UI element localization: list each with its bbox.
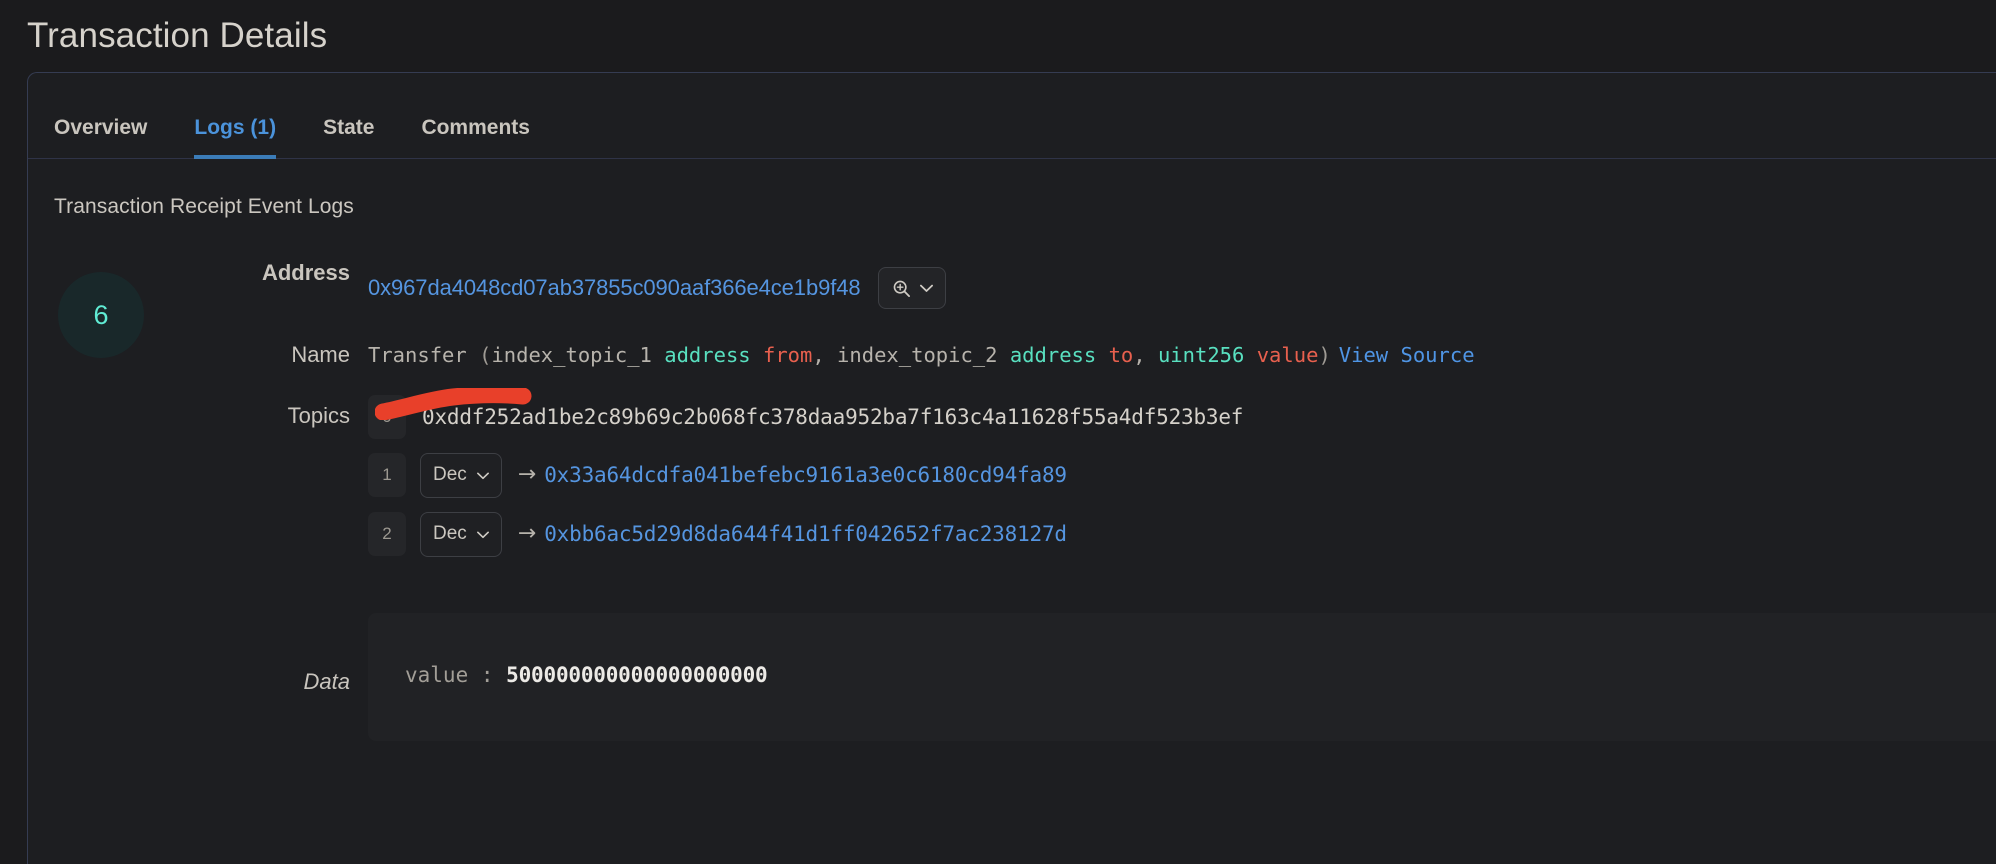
topic-index-1: 1 <box>368 453 406 498</box>
log-index-column: 6 <box>28 259 144 358</box>
card-body: Transaction Receipt Event Logs 6 Address… <box>28 159 1996 741</box>
topic-value-1[interactable]: 0x33a64dcdfa041befebc9161a3e0c6180cd94fa… <box>544 463 1067 487</box>
topic-value-2[interactable]: 0xbb6ac5d29d8da644f41d1ff042652f7ac23812… <box>544 522 1067 546</box>
param-2-type: uint256 <box>1157 343 1245 367</box>
tab-state[interactable]: State <box>323 117 374 158</box>
topics-value-container: 0 0xddf252ad1be2c89b69c2b068fc378daa952b… <box>368 371 1996 571</box>
data-row: Data value : 500000000000000000000 <box>144 612 1996 741</box>
name-row: Name Transfer (index_topic_1 address fro… <box>144 317 1996 371</box>
event-name: Transfer <box>368 343 467 367</box>
page-title: Transaction Details <box>27 16 328 55</box>
topic-2-format-label: Dec <box>433 523 467 545</box>
topic-2-arrow-icon: → <box>517 521 537 547</box>
param-0-index-topic: index_topic_1 <box>491 343 652 367</box>
data-panel: value : 500000000000000000000 <box>368 612 1996 741</box>
event-signature: Transfer (index_topic_1 address from, in… <box>368 317 1996 371</box>
tab-logs[interactable]: Logs (1) <box>194 117 276 159</box>
topic-index-2: 2 <box>368 512 406 557</box>
log-fields: Address 0x967da4048cd07ab37855c090aaf366… <box>144 259 1996 741</box>
topic-row-2: 2 Dec → 0xbb6ac5d29d8da644f41d1ff042652f… <box>368 511 1996 557</box>
param-0-type: address <box>664 343 751 367</box>
log-index-badge: 6 <box>58 272 144 358</box>
address-value-container: 0x967da4048cd07ab37855c090aaf366e4ce1b9f… <box>368 259 1996 317</box>
topic-row-0: 0 0xddf252ad1be2c89b69c2b068fc378daa952b… <box>368 394 1996 439</box>
param-1-type: address <box>1009 343 1097 367</box>
topic-1-arrow-icon: → <box>517 462 537 488</box>
signature-open-paren: ( <box>466 343 492 367</box>
address-magnify-button[interactable] <box>877 267 946 309</box>
topic-2-format-select[interactable]: Dec <box>420 511 502 557</box>
data-label: Data <box>303 668 350 694</box>
view-source-link[interactable]: View Source <box>1339 343 1475 367</box>
chevron-down-icon <box>919 284 933 293</box>
topic-1-format-label: Dec <box>433 464 467 486</box>
data-value: 500000000000000000000 <box>506 662 768 687</box>
param-2-name: value <box>1256 343 1319 367</box>
topic-row-1: 1 Dec → 0x33a64dcdfa041befebc9161a3e0c61… <box>368 452 1996 498</box>
tab-overview[interactable]: Overview <box>54 117 147 158</box>
param-1-name: to <box>1108 343 1134 367</box>
transaction-details-page: Transaction Details Overview Logs (1) St… <box>0 0 1996 864</box>
section-heading: Transaction Receipt Event Logs <box>54 195 354 218</box>
magnifier-plus-icon <box>892 279 911 298</box>
topic-index-0: 0 <box>368 394 406 439</box>
topic-value-0: 0xddf252ad1be2c89b69c2b068fc378daa952ba7… <box>422 404 1244 429</box>
signature-close-paren: ) <box>1318 343 1331 367</box>
topics-row: Topics 0 0xddf252ad1be2c89b69c2b068fc378… <box>144 371 1996 571</box>
param-1-index-topic: index_topic_2 <box>837 343 998 367</box>
data-key-value: value : 500000000000000000000 <box>405 663 1996 687</box>
transaction-details-card: Overview Logs (1) State Comments Transac… <box>27 72 1996 864</box>
name-label: Name <box>291 342 350 367</box>
tab-bar: Overview Logs (1) State Comments <box>28 73 1996 159</box>
tab-comments[interactable]: Comments <box>421 117 530 158</box>
address-label: Address <box>261 260 350 285</box>
param-0-separator: , <box>812 343 838 367</box>
address-row: Address 0x967da4048cd07ab37855c090aaf366… <box>144 259 1996 317</box>
log-entry: 6 Address 0x967da4048cd07ab37855c090aaf3… <box>28 259 1996 741</box>
chevron-down-icon <box>476 523 489 545</box>
topics-label: Topics <box>287 402 350 428</box>
param-1-separator: , <box>1133 343 1158 367</box>
topic-1-format-select[interactable]: Dec <box>420 452 502 498</box>
name-value-container: Transfer (index_topic_1 address from, in… <box>368 317 1996 371</box>
param-0-name: from <box>762 343 813 367</box>
chevron-down-icon <box>476 464 489 486</box>
data-key: value : <box>405 662 494 687</box>
address-link[interactable]: 0x967da4048cd07ab37855c090aaf366e4ce1b9f… <box>368 275 861 301</box>
